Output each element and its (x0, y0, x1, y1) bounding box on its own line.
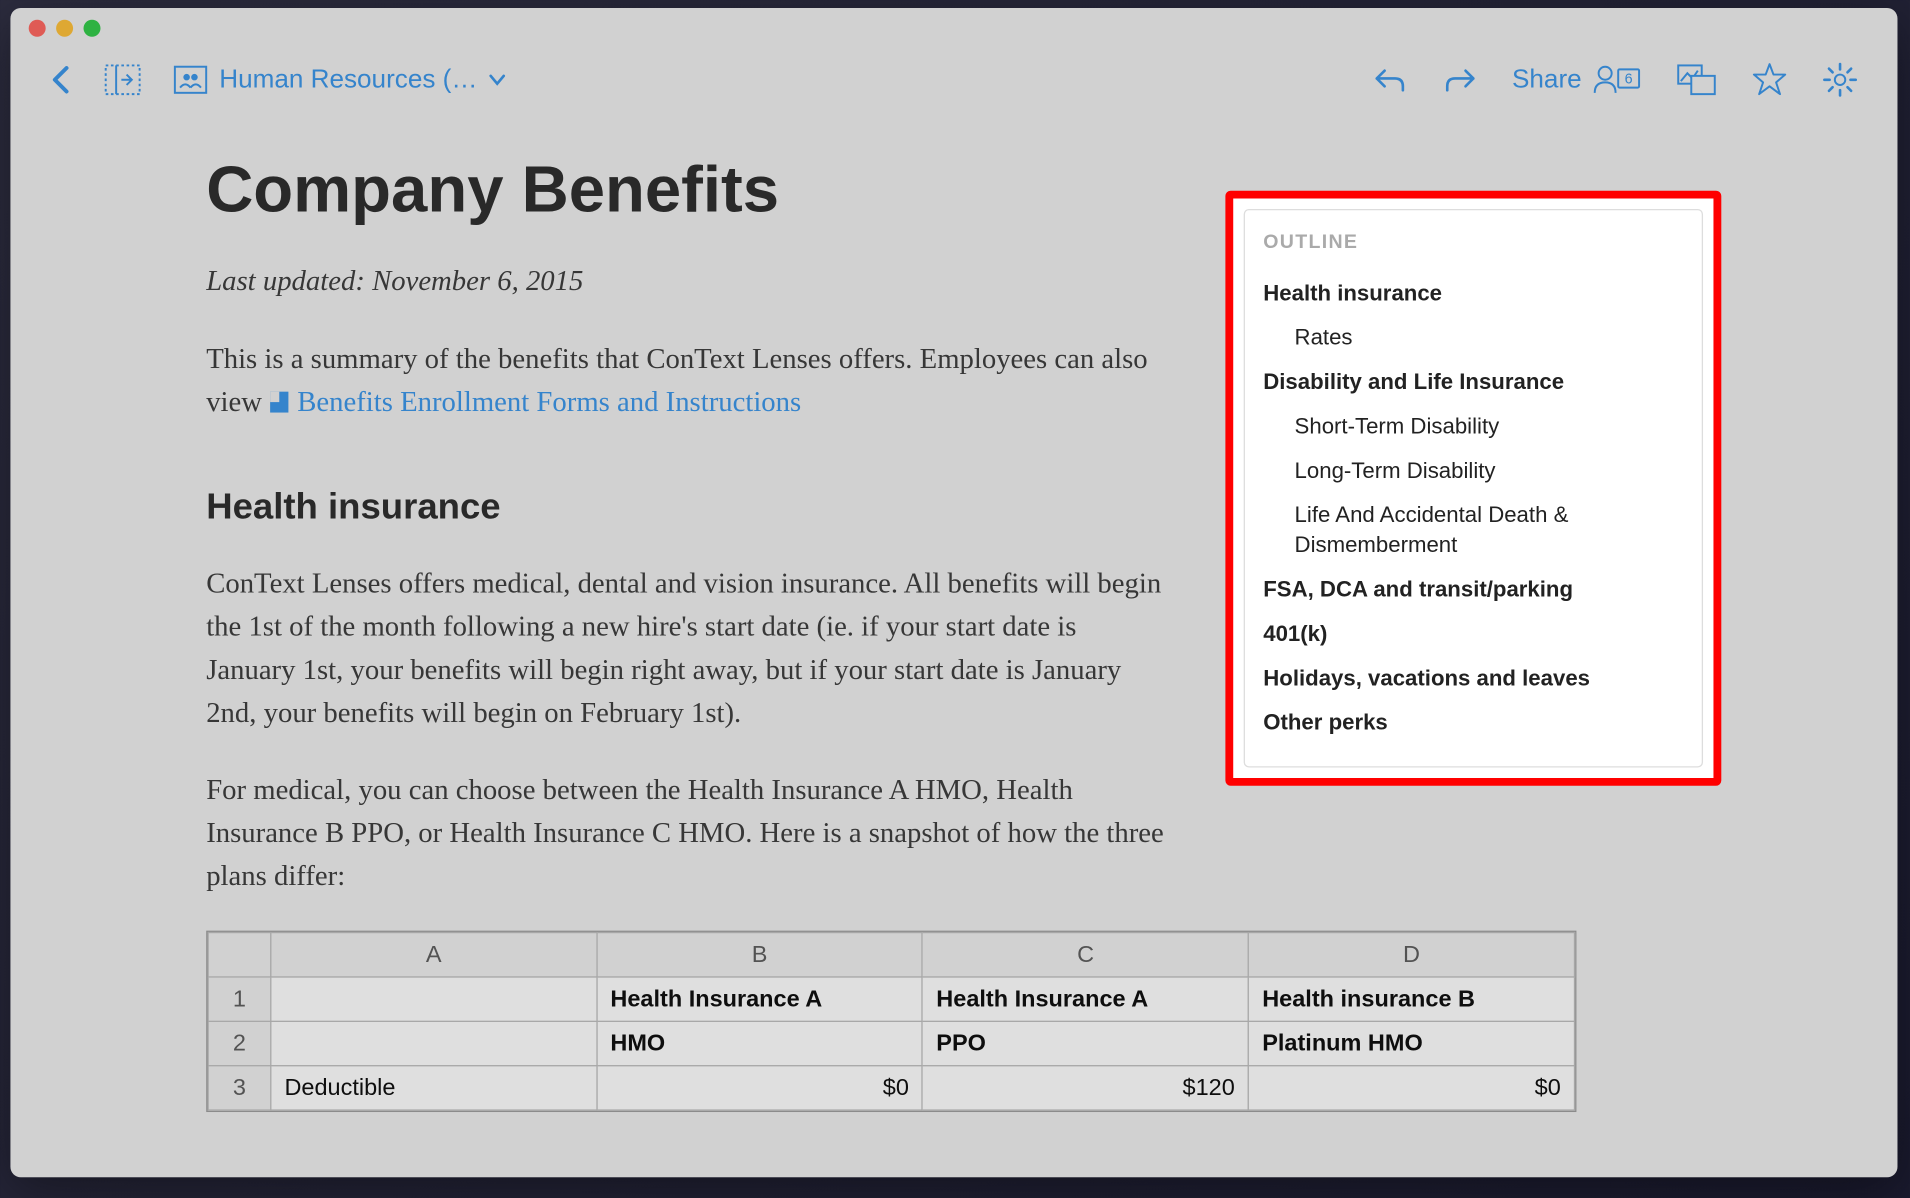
toolbar: Human Resources (… Share 6 (10, 47, 1897, 112)
link-text: Benefits Enrollment Forms and Instructio… (297, 385, 801, 418)
share-button[interactable]: Share 6 (1512, 62, 1642, 99)
images-button[interactable] (1676, 63, 1718, 97)
close-window-button[interactable] (29, 19, 46, 36)
document-icon (269, 390, 290, 413)
outline-item[interactable]: Disability and Life Insurance (1263, 361, 1683, 405)
outline-highlight-box: OUTLINE Health insuranceRatesDisability … (1225, 191, 1721, 786)
outline-item[interactable]: Life And Accidental Death & Dismembermen… (1263, 494, 1683, 567)
outline-item[interactable]: FSA, DCA and transit/parking (1263, 567, 1683, 611)
breadcrumb[interactable]: Human Resources (… (172, 63, 506, 97)
table-row[interactable]: 1 Health Insurance A Health Insurance A … (208, 977, 1574, 1021)
section-p1: ConText Lenses offers medical, dental an… (206, 561, 1172, 733)
section-p2: For medical, you can choose between the … (206, 768, 1172, 897)
star-button[interactable] (1751, 62, 1788, 99)
redo-button[interactable] (1442, 64, 1479, 95)
benefits-enrollment-link[interactable]: Benefits Enrollment Forms and Instructio… (269, 385, 801, 418)
outline-item[interactable]: Holidays, vacations and leaves (1263, 656, 1683, 700)
undo-button[interactable] (1371, 64, 1408, 95)
outline-item[interactable]: Long-Term Disability (1263, 450, 1683, 494)
outline-title: OUTLINE (1263, 231, 1683, 253)
col-header-a[interactable]: A (271, 933, 597, 977)
outline-panel: OUTLINE Health insuranceRatesDisability … (1244, 209, 1703, 768)
breadcrumb-label: Human Resources (… (219, 65, 477, 95)
col-header-b[interactable]: B (597, 933, 923, 977)
outline-item[interactable]: Rates (1263, 316, 1683, 360)
back-button[interactable] (50, 63, 73, 97)
sidebar-toggle-button[interactable] (104, 63, 141, 97)
plans-table[interactable]: A B C D 1 Health Insurance A Health Insu… (206, 931, 1576, 1112)
maximize-window-button[interactable] (84, 19, 101, 36)
share-label: Share (1512, 65, 1582, 95)
outline-item[interactable]: Short-Term Disability (1263, 405, 1683, 449)
share-count-icon: 6 (1592, 62, 1642, 99)
table-row[interactable]: 3 Deductible $0 $120 $0 (208, 1066, 1574, 1110)
svg-text:6: 6 (1625, 72, 1633, 88)
col-header-c[interactable]: C (923, 933, 1249, 977)
titlebar (10, 8, 1897, 47)
outline-item[interactable]: Other perks (1263, 701, 1683, 745)
intro-paragraph: This is a summary of the benefits that C… (206, 337, 1172, 423)
col-header-d[interactable]: D (1249, 933, 1575, 977)
outline-item[interactable]: 401(k) (1263, 612, 1683, 656)
document-content: Company Benefits Last updated: November … (10, 112, 1897, 1177)
settings-button[interactable] (1822, 62, 1859, 99)
table-row[interactable]: 2 HMO PPO Platinum HMO (208, 1021, 1574, 1065)
app-window: Human Resources (… Share 6 (10, 8, 1897, 1177)
folder-people-icon (172, 63, 209, 97)
minimize-window-button[interactable] (56, 19, 73, 36)
outline-item[interactable]: Health insurance (1263, 272, 1683, 316)
chevron-down-icon (488, 73, 506, 86)
